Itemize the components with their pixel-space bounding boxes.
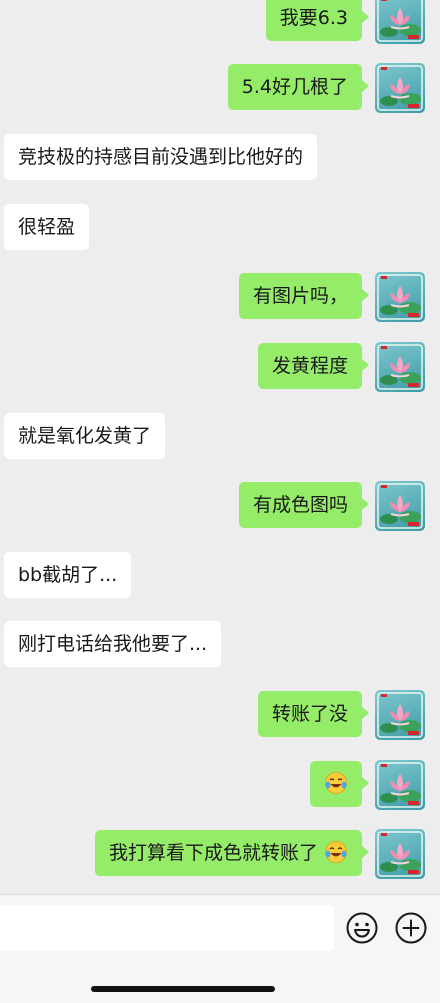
home-indicator[interactable] — [91, 986, 275, 992]
message-text: 刚打电话给我他要了... — [18, 633, 208, 655]
message-row — [0, 760, 440, 810]
incoming-message-bubble[interactable]: 很轻盈 — [4, 204, 90, 250]
outgoing-message-bubble[interactable]: 发黄程度 — [257, 343, 370, 389]
message-row: 转账了没 — [0, 690, 440, 740]
lotus-avatar-icon — [377, 483, 423, 529]
incoming-message-bubble[interactable]: 刚打电话给我他要了... — [4, 621, 222, 667]
message-text: 就是氧化发黄了 — [18, 425, 152, 447]
outgoing-message-bubble[interactable]: 我要6.3 — [265, 0, 370, 41]
incoming-message-bubble[interactable]: 就是氧化发黄了 — [4, 413, 166, 459]
my-avatar[interactable] — [375, 342, 425, 392]
lotus-avatar-icon — [377, 344, 423, 390]
message-text: 有成色图吗 — [252, 494, 348, 516]
message-row: 我要6.3 — [0, 0, 440, 44]
outgoing-message-bubble[interactable]: 我打算看下成色就转账了 — [94, 830, 370, 876]
my-avatar[interactable] — [375, 481, 425, 531]
message-row: 5.4好几根了 — [0, 63, 440, 113]
message-row: 很轻盈 — [0, 203, 440, 253]
lotus-avatar-icon — [377, 692, 423, 738]
message-text: 有图片吗， — [252, 285, 348, 307]
message-row: 有成色图吗 — [0, 481, 440, 531]
my-avatar[interactable] — [375, 829, 425, 879]
outgoing-message-bubble[interactable]: 转账了没 — [257, 691, 370, 737]
emoji-button[interactable] — [345, 911, 379, 945]
my-avatar[interactable] — [375, 0, 425, 44]
laugh-cry-emoji-icon — [325, 840, 347, 863]
chat-message-list[interactable]: 我要6.3 5.4好几根了 竞技极的持感目前没遇到比他好的 很轻盈 有图片吗， … — [0, 0, 440, 894]
outgoing-message-bubble[interactable]: 有图片吗， — [238, 273, 370, 319]
emoji-icon — [346, 912, 378, 944]
message-text: 发黄程度 — [271, 355, 348, 377]
outgoing-message-bubble[interactable] — [310, 761, 369, 807]
plus-button[interactable] — [394, 911, 428, 945]
outgoing-message-bubble[interactable]: 有成色图吗 — [238, 482, 370, 528]
my-avatar[interactable] — [375, 272, 425, 322]
message-input[interactable] — [0, 905, 334, 951]
message-text: 我打算看下成色就转账了 — [108, 842, 318, 864]
lotus-avatar-icon — [377, 65, 423, 111]
message-row: 就是氧化发黄了 — [0, 412, 440, 462]
message-composer — [0, 894, 440, 1003]
message-text: 5.4好几根了 — [241, 76, 348, 98]
my-avatar[interactable] — [375, 690, 425, 740]
lotus-avatar-icon — [377, 762, 423, 808]
lotus-avatar-icon — [377, 0, 423, 42]
message-text: 竞技极的持感目前没遇到比他好的 — [18, 146, 304, 168]
message-row: bb截胡了... — [0, 551, 440, 601]
lotus-avatar-icon — [377, 274, 423, 320]
message-text: 转账了没 — [271, 703, 348, 725]
plus-icon — [395, 912, 427, 944]
message-text: 很轻盈 — [18, 216, 76, 238]
message-row: 我打算看下成色就转账了 — [0, 829, 440, 879]
message-row: 刚打电话给我他要了... — [0, 620, 440, 670]
message-row: 竞技极的持感目前没遇到比他好的 — [0, 133, 440, 183]
message-text: 我要6.3 — [279, 7, 348, 29]
message-row: 有图片吗， — [0, 272, 440, 322]
message-row: 发黄程度 — [0, 342, 440, 392]
my-avatar[interactable] — [375, 63, 425, 113]
message-text: bb截胡了... — [18, 564, 118, 586]
laugh-cry-emoji-icon — [325, 771, 347, 794]
lotus-avatar-icon — [377, 831, 423, 877]
incoming-message-bubble[interactable]: 竞技极的持感目前没遇到比他好的 — [4, 134, 318, 180]
my-avatar[interactable] — [375, 760, 425, 810]
incoming-message-bubble[interactable]: bb截胡了... — [4, 552, 132, 598]
outgoing-message-bubble[interactable]: 5.4好几根了 — [227, 64, 370, 110]
